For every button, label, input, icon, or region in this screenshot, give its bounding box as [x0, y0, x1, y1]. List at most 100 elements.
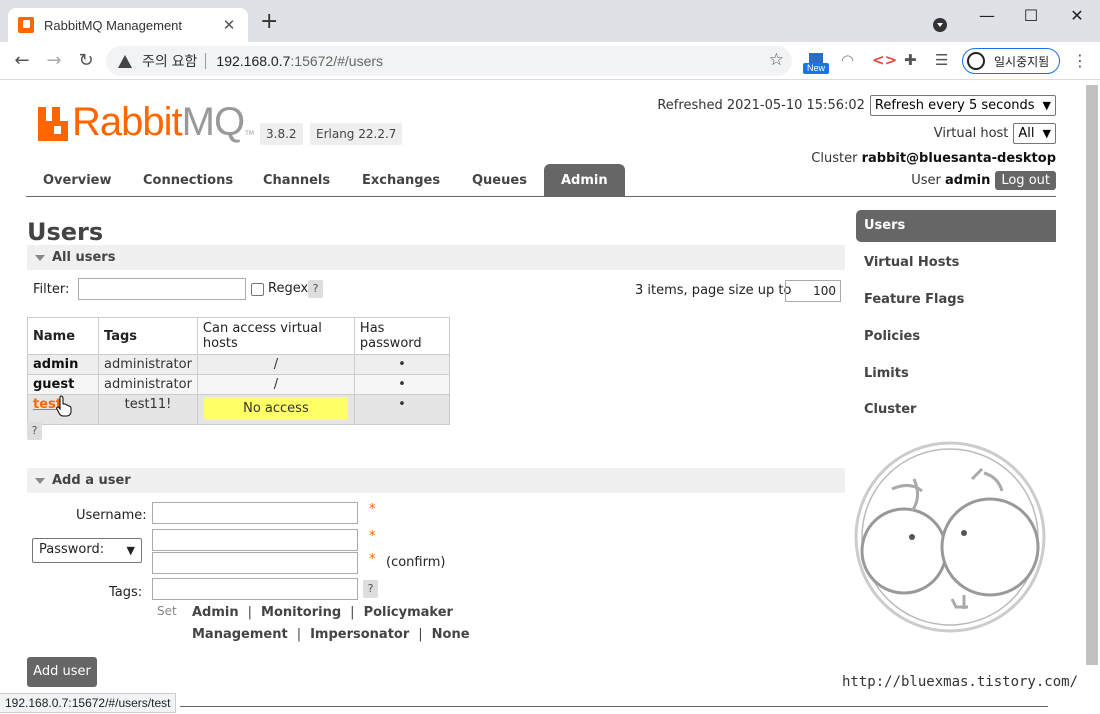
- tab-connections[interactable]: Connections: [126, 164, 250, 196]
- refreshed-timestamp: Refreshed 2021-05-10 15:56:02: [657, 98, 865, 113]
- page-size-input[interactable]: 100: [785, 280, 841, 302]
- separator: |: [350, 605, 355, 620]
- erlang-badge: Erlang 22.2.7: [310, 123, 403, 145]
- new-tab-button[interactable]: +: [260, 11, 278, 33]
- media-control-icon[interactable]: ☰: [935, 51, 948, 69]
- table-help-icon[interactable]: ?: [27, 422, 42, 440]
- tags-help-icon[interactable]: ?: [363, 580, 378, 598]
- paused-label: 일시중지됨: [994, 54, 1050, 69]
- side-nav-virtual-hosts[interactable]: Virtual Hosts: [856, 247, 1056, 279]
- side-nav-limits[interactable]: Limits: [856, 358, 1056, 390]
- tag-option-impersonator[interactable]: Impersonator: [310, 627, 409, 642]
- tab-admin[interactable]: Admin: [544, 164, 625, 196]
- user-vhosts-cell: /: [196, 354, 355, 375]
- side-nav-policies[interactable]: Policies: [856, 321, 1056, 353]
- regex-checkbox[interactable]: [251, 283, 264, 296]
- forward-arrow-icon[interactable]: →: [43, 50, 65, 71]
- rabbitmq-logo-icon: [38, 107, 68, 141]
- filter-input[interactable]: [78, 278, 246, 300]
- side-nav-cluster[interactable]: Cluster: [856, 394, 1056, 426]
- omnibox-divider: [205, 53, 207, 69]
- username-input[interactable]: [152, 502, 358, 524]
- user-vhosts-cell: No access: [196, 394, 355, 425]
- tag-option-management[interactable]: Management: [192, 627, 288, 642]
- chevron-down-icon: ▼: [126, 544, 135, 557]
- collapse-triangle-icon: [35, 255, 45, 261]
- vhost-label: Virtual host: [933, 126, 1009, 141]
- tag-option-none[interactable]: None: [432, 627, 470, 642]
- tab-overview[interactable]: Overview: [26, 164, 129, 196]
- side-nav-users[interactable]: Users: [856, 210, 1056, 242]
- new-badge: New: [803, 63, 829, 74]
- watermark-url: http://bluexmas.tistory.com/: [842, 674, 1079, 690]
- password-input[interactable]: [152, 529, 358, 551]
- watermark-drawing-icon: [854, 441, 1046, 633]
- bookmark-star-icon[interactable]: ☆: [769, 50, 784, 70]
- user-name-cell[interactable]: admin: [27, 354, 99, 375]
- extensions-puzzle-icon[interactable]: ✚: [904, 51, 917, 69]
- side-nav-feature-flags[interactable]: Feature Flags: [856, 284, 1056, 316]
- url-path: :15672/#/users: [290, 53, 384, 69]
- tags-label: Tags:: [109, 585, 143, 600]
- browser-tab[interactable]: RabbitMQ Management ✕: [8, 8, 248, 42]
- section-title: Add a user: [52, 473, 131, 488]
- set-label: Set: [157, 604, 177, 618]
- add-user-button[interactable]: Add user: [27, 657, 97, 687]
- vertical-scrollbar[interactable]: [1086, 85, 1098, 665]
- table-row: admin administrator / •: [27, 354, 450, 375]
- user-tags-cell: administrator: [98, 374, 198, 395]
- tab-queues[interactable]: Queues: [455, 164, 544, 196]
- items-count: 3 items, page size up to: [635, 283, 792, 298]
- main-nav: Overview Connections Channels Exchanges …: [26, 164, 1056, 197]
- security-label[interactable]: 주의 요함: [142, 51, 197, 71]
- password-confirm-input[interactable]: [152, 552, 358, 574]
- address-bar[interactable]: 주의 요함 192.168.0.7:15672/#/users ☆: [106, 46, 792, 76]
- tag-options-row: Admin | Monitoring | Policymaker: [192, 605, 453, 620]
- page-content: RabbitMQ TM 3.8.2 Erlang 22.2.7 Refreshe…: [0, 81, 1100, 714]
- tab-search-icon[interactable]: [933, 18, 947, 32]
- vhost-select[interactable]: All ▼: [1013, 123, 1056, 144]
- filter-label: Filter:: [33, 282, 70, 297]
- tags-input[interactable]: [152, 578, 358, 600]
- user-password-cell: •: [353, 354, 450, 375]
- tab-title: RabbitMQ Management: [44, 17, 183, 33]
- tab-channels[interactable]: Channels: [246, 164, 347, 196]
- section-title: All users: [52, 250, 116, 265]
- tag-option-admin[interactable]: Admin: [192, 605, 239, 620]
- column-header-password: Has password: [353, 317, 450, 355]
- password-type-select[interactable]: Password: ▼: [32, 538, 142, 563]
- all-users-section-toggle[interactable]: All users: [27, 245, 845, 270]
- column-header-vhosts: Can access virtual hosts: [196, 317, 355, 355]
- logo-text: RabbitMQ: [72, 100, 245, 144]
- minimize-button[interactable]: —: [977, 6, 997, 25]
- tag-option-monitoring[interactable]: Monitoring: [261, 605, 341, 620]
- screen-capture-extension[interactable]: New: [803, 52, 829, 74]
- rabbitmq-logo[interactable]: RabbitMQ TM: [38, 100, 254, 144]
- collapse-triangle-icon: [35, 478, 45, 484]
- browser-menu-icon[interactable]: ⋮: [1072, 51, 1088, 70]
- refresh-row: Refreshed 2021-05-10 15:56:02 Refresh ev…: [657, 95, 1056, 116]
- add-user-section-toggle[interactable]: Add a user: [27, 468, 845, 493]
- close-window-button[interactable]: ✕: [1067, 6, 1087, 25]
- user-name-cell[interactable]: guest: [27, 374, 99, 395]
- user-password-cell: •: [353, 394, 450, 425]
- tag-option-policymaker[interactable]: Policymaker: [364, 605, 453, 620]
- extension-code-icon[interactable]: <>: [872, 51, 897, 69]
- warning-icon[interactable]: [118, 54, 132, 68]
- tab-close-icon[interactable]: ✕: [220, 16, 238, 34]
- separator: |: [247, 605, 253, 620]
- table-row: guest administrator / •: [27, 374, 450, 395]
- page-title: Users: [27, 218, 104, 246]
- extension-arc-icon[interactable]: ◠: [841, 51, 854, 69]
- reload-icon[interactable]: ↻: [75, 50, 97, 71]
- user-vhosts-cell: /: [196, 374, 355, 395]
- refresh-interval-select[interactable]: Refresh every 5 seconds ▼: [869, 95, 1056, 116]
- back-arrow-icon[interactable]: ←: [11, 50, 33, 71]
- tab-exchanges[interactable]: Exchanges: [345, 164, 457, 196]
- separator: |: [296, 627, 302, 642]
- maximize-button[interactable]: ☐: [1021, 6, 1041, 25]
- regex-help-icon[interactable]: ?: [308, 280, 323, 298]
- tag-options-row: Management | Impersonator | None: [192, 627, 470, 642]
- user-tags-cell: administrator: [98, 354, 198, 375]
- profile-paused-button[interactable]: 일시중지됨: [962, 48, 1060, 74]
